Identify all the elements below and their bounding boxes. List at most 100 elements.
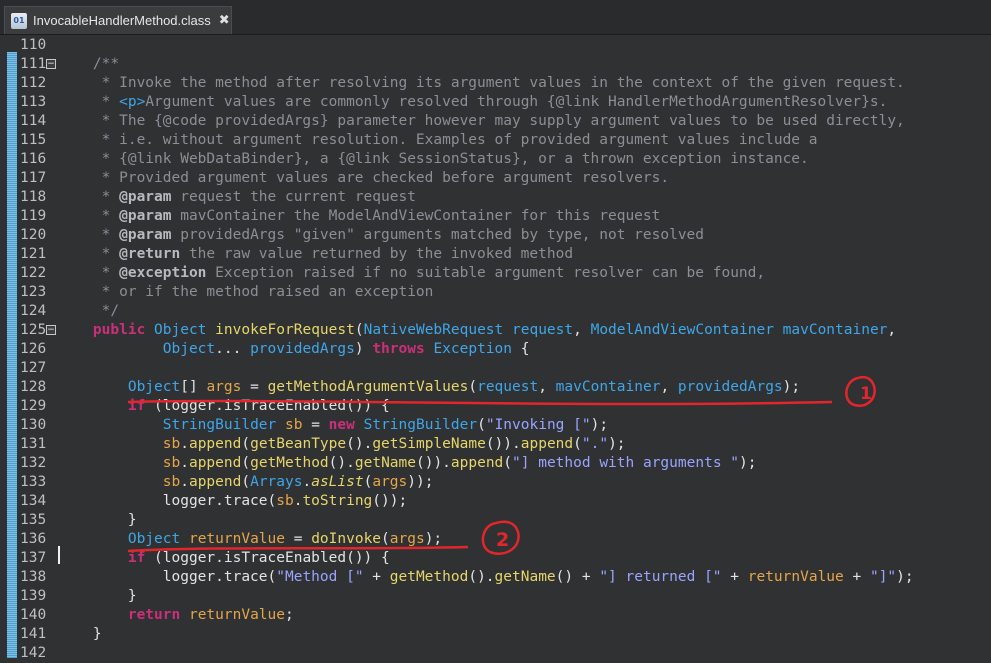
code-text: Object[] args = getMethodArgumentValues(… bbox=[58, 378, 800, 397]
code-line[interactable]: 139 } bbox=[0, 587, 991, 606]
token-comment: request the current request bbox=[171, 189, 416, 205]
token-plain: + bbox=[843, 569, 870, 585]
line-number: 122 bbox=[20, 265, 47, 281]
token-plain: () + bbox=[555, 569, 600, 585]
code-line[interactable]: 119 * @param mavContainer the ModelAndVi… bbox=[0, 207, 991, 226]
code-line[interactable]: 141 } bbox=[0, 625, 991, 644]
token-plain: { bbox=[512, 341, 530, 357]
code-text: * @param mavContainer the ModelAndViewCo… bbox=[58, 207, 661, 226]
token-plain: (). bbox=[468, 569, 495, 585]
code-line[interactable]: 126 Object... providedArgs) throws Excep… bbox=[0, 340, 991, 359]
code-line[interactable]: 116 * {@link WebDataBinder}, a {@link Se… bbox=[0, 150, 991, 169]
line-number: 117 bbox=[20, 170, 47, 186]
token-var: args bbox=[372, 474, 408, 490]
close-icon[interactable]: ✖ bbox=[219, 13, 230, 28]
code-line[interactable]: 130 StringBuilder sb = new StringBuilder… bbox=[0, 416, 991, 435]
code-line[interactable]: 110 bbox=[0, 36, 991, 55]
code-line[interactable]: 121 * @return the raw value returned by … bbox=[0, 245, 991, 264]
code-line[interactable]: 135 } bbox=[0, 511, 991, 530]
code-line[interactable]: 123 * or if the method raised an excepti… bbox=[0, 283, 991, 302]
code-line[interactable]: 136 Object returnValue = doInvoke(args); bbox=[0, 530, 991, 549]
line-number: 125 bbox=[20, 322, 47, 338]
code-line[interactable]: 124 */ bbox=[0, 302, 991, 321]
code-line[interactable]: 115 * i.e. without argument resolution. … bbox=[0, 131, 991, 150]
code-line[interactable]: 140 return returnValue; bbox=[0, 606, 991, 625]
code-line[interactable]: 129 if (logger.isTraceEnabled()) { bbox=[0, 397, 991, 416]
token-comment: */ bbox=[58, 303, 120, 319]
token-type: StringBuilder bbox=[162, 417, 277, 433]
code-line[interactable]: 111− /** bbox=[0, 55, 991, 74]
fold-collapse-icon[interactable]: − bbox=[46, 59, 56, 69]
token-plain: . bbox=[180, 436, 189, 452]
code-line[interactable]: 114 * The {@code providedArgs} parameter… bbox=[0, 112, 991, 131]
code-text: logger.trace(sb.toString()); bbox=[58, 492, 407, 511]
token-str: "." bbox=[581, 436, 609, 452]
code-line[interactable]: 132 sb.append(getMethod().getName()).app… bbox=[0, 454, 991, 473]
code-line[interactable]: 127 bbox=[0, 359, 991, 378]
token-comment: * i.e. without argument resolution. Exam… bbox=[58, 132, 818, 148]
code-line[interactable]: 117 * Provided argument values are check… bbox=[0, 169, 991, 188]
token-var: args bbox=[206, 379, 242, 395]
line-number: 114 bbox=[20, 113, 47, 129]
code-text: * <p>Argument values are commonly resolv… bbox=[58, 93, 888, 112]
token-plain: (logger.isTraceEnabled()) { bbox=[145, 398, 390, 414]
code-text: } bbox=[58, 587, 137, 606]
token-kw: new bbox=[328, 417, 355, 433]
code-line[interactable]: 131 sb.append(getBeanType().getSimpleNam… bbox=[0, 435, 991, 454]
token-method: doInvoke bbox=[311, 531, 382, 547]
token-var: returnValue bbox=[188, 607, 285, 623]
token-method: append bbox=[520, 436, 574, 452]
line-number: 113 bbox=[20, 94, 47, 110]
line-number: 128 bbox=[20, 379, 47, 395]
code-line[interactable]: 122 * @exception Exception raised if no … bbox=[0, 264, 991, 283]
code-line[interactable]: 137 if (logger.isTraceEnabled()) { bbox=[0, 549, 991, 568]
token-plain: ( bbox=[354, 322, 364, 338]
code-line[interactable]: 112 * Invoke the method after resolving … bbox=[0, 74, 991, 93]
token-type: request bbox=[512, 322, 574, 338]
token-plain: ( bbox=[477, 417, 486, 433]
code-text: /** bbox=[58, 55, 119, 74]
tab-invocable-handler-method[interactable]: 01 InvocableHandlerMethod.class ✖ bbox=[4, 6, 232, 34]
token-plain: ); bbox=[608, 436, 626, 452]
token-plain: ); bbox=[896, 569, 914, 585]
token-plain: [] bbox=[180, 379, 207, 395]
code-text: * @param providedArgs "given" arguments … bbox=[58, 226, 704, 245]
code-line[interactable]: 118 * @param request the current request bbox=[0, 188, 991, 207]
code-line[interactable]: 128 Object[] args = getMethodArgumentVal… bbox=[0, 378, 991, 397]
fold-collapse-icon[interactable]: − bbox=[46, 325, 56, 335]
token-plain: ; bbox=[285, 607, 294, 623]
class-file-icon: 01 bbox=[11, 12, 27, 29]
token-kw: throws bbox=[372, 341, 425, 357]
token-method: getSimpleName bbox=[372, 436, 486, 452]
tab-title: InvocableHandlerMethod.class bbox=[33, 13, 211, 28]
code-line[interactable]: 113 * <p>Argument values are commonly re… bbox=[0, 93, 991, 112]
token-plain: = bbox=[302, 417, 329, 433]
code-line[interactable]: 125− public Object invokeForRequest(Nati… bbox=[0, 321, 991, 340]
token-type: mavContainer bbox=[555, 379, 661, 395]
token-plain: ); bbox=[424, 531, 443, 547]
token-type: providedArgs bbox=[250, 341, 355, 357]
code-line[interactable]: 142 bbox=[0, 644, 991, 663]
code-text: Object returnValue = doInvoke(args); bbox=[58, 530, 442, 549]
token-type: Arrays bbox=[250, 474, 303, 490]
line-number: 119 bbox=[20, 208, 47, 224]
token-type: ModelAndViewContainer bbox=[590, 322, 774, 338]
code-text: if (logger.isTraceEnabled()) { bbox=[58, 397, 390, 416]
code-line[interactable]: 133 sb.append(Arrays.asList(args)); bbox=[0, 473, 991, 492]
token-comment: * bbox=[58, 94, 120, 110]
token-comment: * bbox=[58, 265, 120, 281]
token-static: asList bbox=[311, 474, 364, 490]
token-comment: * Invoke the method after resolving its … bbox=[58, 75, 905, 91]
token-method: append bbox=[188, 474, 242, 490]
token-plain: = bbox=[285, 531, 312, 547]
code-line[interactable]: 138 logger.trace("Method [" + getMethod(… bbox=[0, 568, 991, 587]
token-plain: ); bbox=[782, 379, 801, 395]
code-editor[interactable]: 110 111− /** 112 * Invoke the method after… bbox=[0, 35, 991, 663]
code-line[interactable]: 120 * @param providedArgs "given" argume… bbox=[0, 226, 991, 245]
code-line[interactable]: 134 logger.trace(sb.toString()); bbox=[0, 492, 991, 511]
